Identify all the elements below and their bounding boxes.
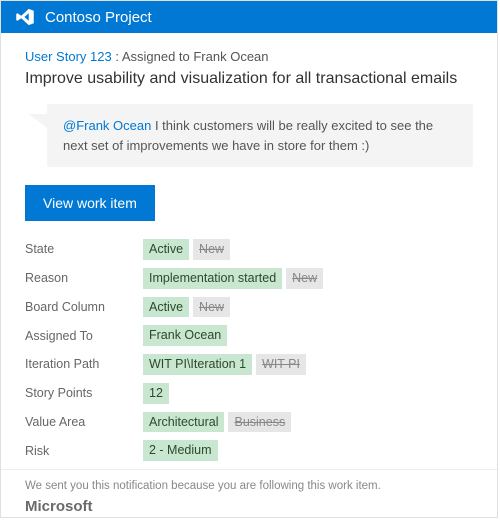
previous-value-chip: New [193,239,230,260]
field-value: ActiveNew [143,239,473,260]
field-value: ArchitecturalBusiness [143,412,473,433]
field-label: Value Area [25,415,135,429]
email-body: User Story 123 : Assigned to Frank Ocean… [1,33,497,469]
project-name: Contoso Project [45,9,152,26]
footer: We sent you this notification because yo… [1,469,497,527]
mention-link[interactable]: @Frank Ocean [63,118,151,133]
work-item-link[interactable]: User Story 123 [25,49,112,64]
current-value-chip: Active [143,297,189,318]
field-value: Implementation startedNew [143,268,473,289]
current-value-chip: Implementation started [143,268,282,289]
fields-grid: StateActiveNewReasonImplementation start… [25,239,473,461]
field-label: Assigned To [25,329,135,343]
microsoft-logo: Microsoft [25,498,473,515]
header-bar: Contoso Project [1,1,497,33]
work-item-title: Improve usability and visualization for … [25,70,473,88]
current-value-chip: Active [143,239,189,260]
email-card: Contoso Project User Story 123 : Assigne… [0,0,498,518]
previous-value-chip: New [286,268,323,289]
field-label: Iteration Path [25,357,135,371]
field-label: Board Column [25,300,135,314]
previous-value-chip: Business [228,412,291,433]
footer-reason: We sent you this notification because yo… [25,480,473,492]
comment-bubble: @Frank Ocean I think customers will be r… [47,104,473,167]
current-value-chip: Architectural [143,412,224,433]
field-value: ActiveNew [143,297,473,318]
current-value-chip: WIT PI\Iteration 1 [143,354,252,375]
view-work-item-button[interactable]: View work item [25,185,155,221]
vs-logo-icon [15,7,35,27]
current-value-chip: Frank Ocean [143,325,227,346]
field-label: Reason [25,271,135,285]
previous-value-chip: WIT PI [256,354,306,375]
field-label: State [25,242,135,256]
field-value: 12 [143,383,473,404]
current-value-chip: 12 [143,383,169,404]
previous-value-chip: New [193,297,230,318]
field-label: Story Points [25,386,135,400]
breadcrumb: User Story 123 : Assigned to Frank Ocean [25,49,473,64]
field-value: 2 - Medium [143,440,473,461]
field-value: WIT PI\Iteration 1WIT PI [143,354,473,375]
field-label: Risk [25,444,135,458]
breadcrumb-suffix: : Assigned to Frank Ocean [112,49,269,64]
current-value-chip: 2 - Medium [143,440,218,461]
field-value: Frank Ocean [143,325,473,346]
